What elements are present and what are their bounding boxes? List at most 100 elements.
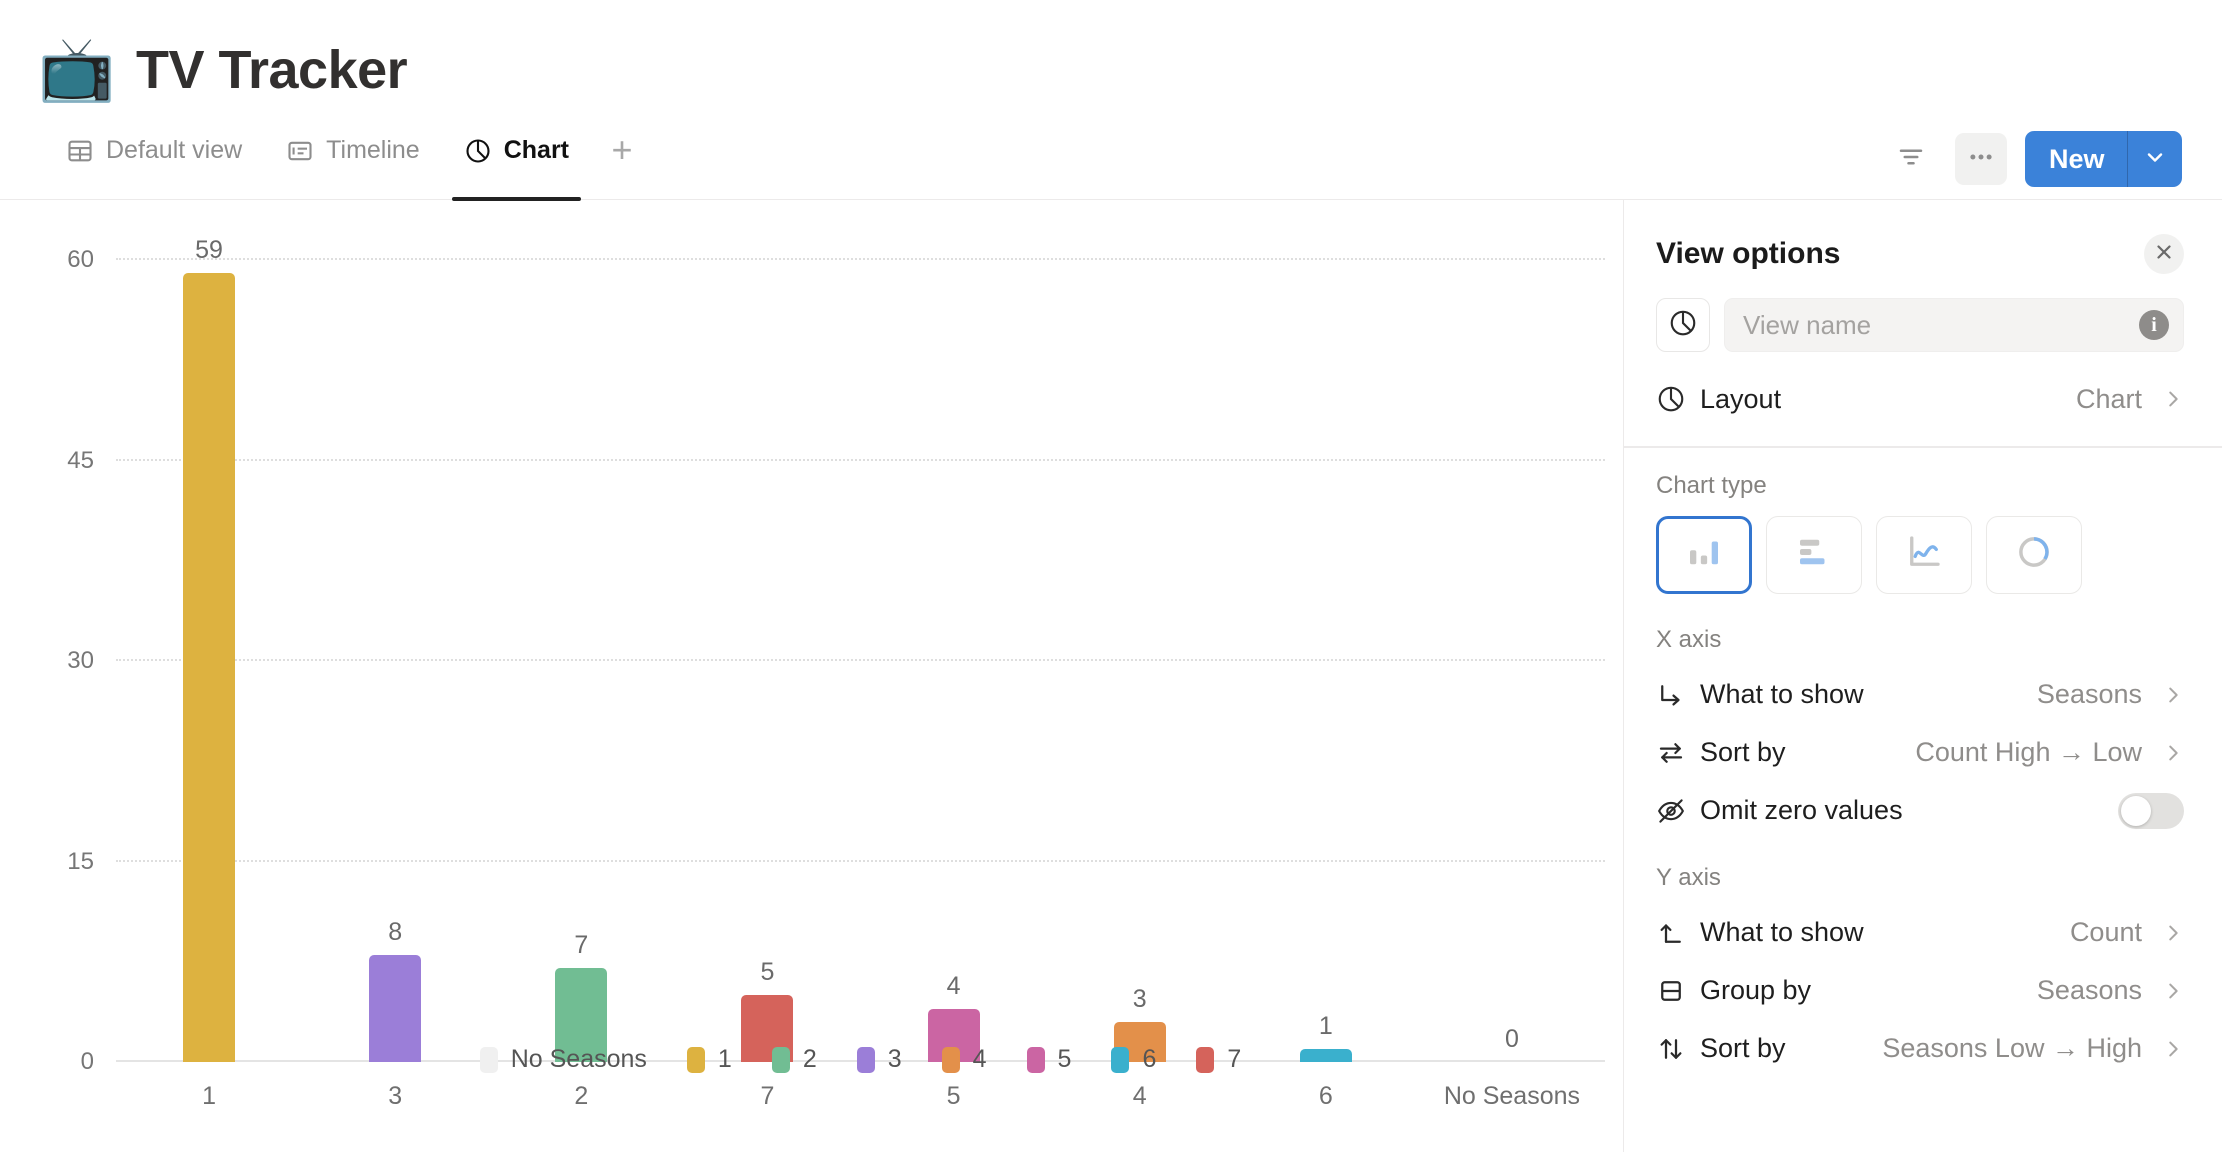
x-axis-sort-by-row[interactable]: Sort by Count High → Low — [1624, 724, 2222, 782]
legend-item[interactable]: 7 — [1196, 1045, 1241, 1074]
timeline-icon — [286, 137, 314, 165]
layout-row[interactable]: Layout Chart — [1624, 370, 2222, 428]
bar-group[interactable]: 57 — [674, 260, 860, 1110]
bar-group[interactable]: 59 1 — [116, 236, 302, 1110]
line-chart-type-button[interactable] — [1876, 515, 1972, 594]
bar-group[interactable]: 72 — [488, 260, 674, 1110]
pie-chart-icon — [464, 137, 492, 165]
y-axis-tick-label: 0 — [80, 1048, 94, 1075]
filter-button[interactable] — [1885, 133, 1937, 185]
donut-chart-type-button[interactable] — [1986, 515, 2082, 594]
toggle-knob — [2121, 795, 2151, 826]
more-options-button[interactable] — [1954, 133, 2007, 185]
bar-value-label: 8 — [388, 918, 403, 947]
page-title: TV Tracker — [136, 40, 408, 100]
view-name-input[interactable] — [1743, 309, 2139, 341]
chart-type-options — [1624, 512, 2222, 602]
horizontal-bar-chart-type-button[interactable] — [1766, 515, 1862, 594]
layout-value: Chart — [2075, 383, 2142, 414]
x-axis-tick-label: 7 — [760, 1082, 775, 1110]
bar-group[interactable]: 16 — [1233, 260, 1419, 1110]
x-sort-by-value: Count High → Low — [1915, 737, 2142, 767]
info-icon[interactable]: i — [2139, 310, 2169, 340]
legend-label: 3 — [887, 1045, 902, 1073]
tab-default-view[interactable]: Default view — [44, 118, 264, 199]
view-toolbar: New — [1885, 131, 2182, 199]
filter-icon — [1896, 142, 1926, 177]
legend-item[interactable]: 4 — [941, 1045, 987, 1074]
legend-swatch — [1196, 1046, 1215, 1073]
bar-value-label: 1 — [1318, 1011, 1333, 1040]
sort-updown-icon — [1656, 1034, 1700, 1064]
y-axis-what-to-show-row[interactable]: What to show Count — [1624, 904, 2222, 962]
legend-label: 1 — [717, 1045, 732, 1073]
chart-area: 0 15 30 45 60 59 1 8 3 7 2 5 7 4 5 3 4 1 6 0 No Seasons No … — [0, 200, 1624, 1152]
legend-swatch — [479, 1046, 498, 1073]
x-what-to-show-value: Seasons — [2036, 679, 2142, 709]
y-axis-group-by-row[interactable]: Group by Seasons — [1624, 962, 2222, 1020]
legend-item[interactable]: 1 — [686, 1045, 732, 1074]
x-axis-tick-label: 3 — [388, 1082, 403, 1110]
legend-item[interactable]: 6 — [1111, 1045, 1156, 1074]
pie-chart-icon — [1668, 308, 1698, 343]
view-options-panel: View options i — [1624, 200, 2222, 1152]
view-name-field[interactable]: i — [1724, 298, 2184, 352]
omit-zero-values-toggle[interactable] — [2118, 792, 2184, 829]
chevron-right-icon — [2154, 980, 2184, 1002]
eye-off-icon — [1656, 796, 1700, 826]
bar-group[interactable]: 45 — [861, 260, 1047, 1110]
y-sort-by-label: Sort by — [1700, 1033, 1786, 1063]
y-what-to-show-value: Count — [2069, 917, 2142, 947]
chevron-right-icon — [2154, 684, 2184, 706]
y-group-by-value: Seasons — [2036, 975, 2142, 1005]
x-axis-tick-label: No Seasons — [1443, 1082, 1581, 1110]
new-button[interactable]: New — [2024, 131, 2182, 187]
view-name-row: i — [1624, 294, 2222, 370]
chevron-right-icon — [2154, 922, 2184, 944]
arrow-up-corner-icon — [1656, 918, 1700, 948]
x-what-to-show-label: What to show — [1700, 679, 1864, 709]
table-icon — [66, 137, 94, 165]
new-button-dropdown[interactable] — [2128, 131, 2182, 187]
omit-zero-values-row[interactable]: Omit zero values — [1624, 782, 2222, 840]
bar-group[interactable]: 34 — [1047, 260, 1233, 1110]
layout-label: Layout — [1700, 383, 1782, 414]
legend-label: 2 — [802, 1045, 817, 1073]
x-sort-by-label: Sort by — [1700, 737, 1786, 767]
y-group-by-label: Group by — [1700, 975, 1812, 1005]
tab-timeline[interactable]: Timeline — [264, 118, 442, 199]
add-view-button[interactable]: + — [599, 128, 645, 174]
close-panel-button[interactable] — [2144, 234, 2184, 274]
legend-item[interactable]: No Seasons — [479, 1045, 647, 1074]
y-axis-tick-label: 60 — [67, 246, 94, 273]
x-axis-what-to-show-row[interactable]: What to show Seasons — [1624, 666, 2222, 724]
bar-group[interactable]: 83 — [302, 260, 488, 1110]
bar[interactable] — [183, 273, 236, 1062]
view-icon-button[interactable] — [1656, 298, 1710, 352]
x-axis-tick-label: 2 — [574, 1082, 589, 1110]
bar-chart-type-button[interactable] — [1656, 515, 1752, 594]
tab-label: Timeline — [326, 136, 420, 164]
line-chart-icon — [1903, 531, 1945, 578]
view-tabbar: Default view Timeline Chart + New — [0, 118, 2222, 201]
legend-label: 6 — [1142, 1045, 1157, 1073]
new-button-label: New — [2048, 143, 2105, 174]
sort-swap-icon — [1656, 738, 1700, 768]
television-emoji: 📺 — [38, 35, 116, 104]
donut-chart-icon — [2013, 531, 2055, 578]
legend-item[interactable]: 3 — [856, 1045, 902, 1074]
tab-label: Chart — [503, 136, 570, 164]
chevron-down-icon — [2143, 145, 2167, 174]
y-axis-sort-by-row[interactable]: Sort by Seasons Low → High — [1624, 1020, 2222, 1078]
legend-label: 5 — [1057, 1045, 1072, 1073]
legend-item[interactable]: 2 — [771, 1045, 817, 1074]
legend-item[interactable]: 5 — [1026, 1045, 1072, 1074]
bar-series: 59 1 8 3 7 2 5 7 4 5 3 4 1 6 0 No Seasons — [116, 236, 1605, 1110]
bar-value-label: 3 — [1132, 984, 1147, 1013]
bar-group[interactable]: 0 No Seasons — [1419, 260, 1605, 1110]
y-axis-tick-label: 45 — [67, 446, 94, 474]
panel-title: View options — [1656, 237, 1841, 270]
tab-chart[interactable]: Chart — [442, 118, 591, 201]
x-axis-tick-label: 1 — [202, 1082, 217, 1110]
x-axis-tick-label: 4 — [1132, 1082, 1147, 1110]
